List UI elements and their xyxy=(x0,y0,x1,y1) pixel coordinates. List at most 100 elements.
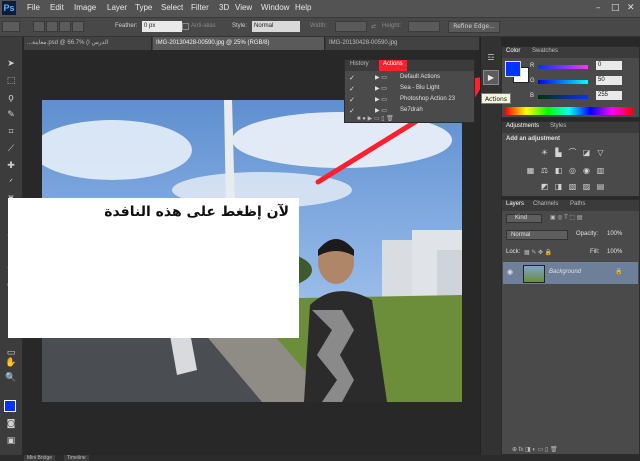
action-check-icon[interactable]: ✓ xyxy=(349,107,355,115)
height-input[interactable] xyxy=(408,21,440,32)
menu-type[interactable]: Type xyxy=(135,3,152,12)
layer-visibility-eye-icon[interactable]: ◉ xyxy=(507,268,513,276)
channel-r-input[interactable]: 0 xyxy=(596,61,622,70)
history-panel-icon[interactable]: ☲ xyxy=(485,53,497,63)
tab-paths[interactable]: Paths xyxy=(570,201,585,207)
subtract-selection-icon[interactable] xyxy=(59,21,71,32)
crop-tool-icon[interactable]: ⌗ xyxy=(4,126,18,139)
eyedropper-tool-icon[interactable]: ⟋ xyxy=(4,143,18,156)
action-check-icon[interactable]: ✓ xyxy=(349,96,355,104)
curves-icon[interactable]: ⌒ xyxy=(568,148,577,157)
action-item[interactable]: Sea - Blu Light xyxy=(400,85,439,91)
color-lookup-icon[interactable]: ▥ xyxy=(596,166,605,175)
action-check-icon[interactable]: ✓ xyxy=(349,74,355,82)
feather-label: Feather: xyxy=(115,23,138,29)
layer-filter-icons[interactable]: ▣ ◎ T ⬚ ▤ xyxy=(550,214,582,221)
menu-file[interactable]: File xyxy=(27,3,40,12)
refine-edge-button[interactable]: Refine Edge... xyxy=(448,21,500,33)
tab-color[interactable]: Color xyxy=(506,48,520,54)
move-tool-icon[interactable]: ➤ xyxy=(4,58,18,71)
menu-3d[interactable]: 3D xyxy=(219,3,229,12)
antialias-checkbox[interactable] xyxy=(182,23,189,30)
posterize-icon[interactable]: ◨ xyxy=(554,182,563,191)
zoom-tool-icon[interactable]: 🔍 xyxy=(4,372,18,385)
tab-styles[interactable]: Styles xyxy=(550,123,566,129)
brightness-icon[interactable]: ☀ xyxy=(540,148,549,157)
gradient-map-icon[interactable]: ▨ xyxy=(582,182,591,191)
channel-b-slider[interactable] xyxy=(538,95,588,99)
action-item[interactable]: Se7drah xyxy=(400,107,423,113)
layer-name[interactable]: Background xyxy=(549,269,581,275)
brush-tool-icon[interactable]: ᐟ xyxy=(4,177,18,190)
tab-history[interactable]: History xyxy=(350,61,369,67)
doc-tab-active[interactable]: IMG-20130428-00590.jpg @ 25% (RGB/8) xyxy=(153,37,325,50)
new-selection-icon[interactable] xyxy=(33,21,45,32)
healing-tool-icon[interactable]: ✚ xyxy=(4,160,18,173)
channel-b-input[interactable]: 255 xyxy=(596,91,622,100)
tab-layers[interactable]: Layers xyxy=(506,201,524,207)
layer-row-background[interactable]: ◉ Background 🔒 xyxy=(503,262,638,284)
action-item[interactable]: Photoshop Action 23 xyxy=(400,96,455,102)
width-input[interactable] xyxy=(335,21,367,32)
selective-color-icon[interactable]: ▤ xyxy=(596,182,605,191)
hue-saturation-icon[interactable]: ▦ xyxy=(526,166,535,175)
foreground-color-swatch[interactable] xyxy=(4,400,16,412)
menu-layer[interactable]: Layer xyxy=(107,3,127,12)
marquee-tool-preset[interactable] xyxy=(2,21,20,32)
exposure-icon[interactable]: ◪ xyxy=(582,148,591,157)
doc-tab-third[interactable]: IMG-20130428-00590.jpg xyxy=(326,37,480,50)
lasso-tool-icon[interactable]: ϙ xyxy=(4,92,18,105)
tab-adjustments[interactable]: Adjustments xyxy=(506,123,539,129)
layers-footer-icons[interactable]: ⊕ fx ◨ ◐ ▭ ▯ 🗑 xyxy=(512,446,558,453)
hand-tool-icon[interactable]: ✋ xyxy=(4,357,18,370)
marquee-tool-icon[interactable]: ⬚ xyxy=(4,75,18,88)
menu-view[interactable]: View xyxy=(235,3,252,12)
tab-mini-bridge[interactable]: Mini Bridge xyxy=(24,455,56,461)
antialias-label: Anti-alias xyxy=(191,23,216,29)
minimize-button[interactable]: – xyxy=(596,3,601,13)
menu-image[interactable]: Image xyxy=(74,3,96,12)
photo-filter-icon[interactable]: ◎ xyxy=(568,166,577,175)
lock-icons[interactable]: ▦ ✎ ✥ 🔒 xyxy=(524,249,552,256)
tab-actions[interactable]: Actions xyxy=(379,60,407,71)
actions-footer-icons[interactable]: ■ ● ▶ ▭ ▯ 🗑 xyxy=(357,115,394,122)
color-spectrum-bar[interactable] xyxy=(505,107,633,115)
feather-input[interactable]: 0 px xyxy=(142,21,182,32)
channel-r-slider[interactable] xyxy=(538,65,588,69)
filter-kind-select[interactable]: Kind xyxy=(506,214,542,223)
maximize-button[interactable]: □ xyxy=(611,3,620,13)
menu-window[interactable]: Window xyxy=(261,3,289,12)
style-select[interactable]: Normal xyxy=(252,21,300,32)
add-selection-icon[interactable] xyxy=(46,21,58,32)
action-check-icon[interactable]: ✓ xyxy=(349,85,355,93)
vibrance-icon[interactable]: ▽ xyxy=(596,148,605,157)
blend-mode-select[interactable]: Normal xyxy=(506,230,568,240)
tab-channels[interactable]: Channels xyxy=(533,201,558,207)
levels-icon[interactable]: ▙ xyxy=(554,148,563,157)
opacity-value[interactable]: 100% xyxy=(607,231,622,237)
quick-mask-icon[interactable]: ◙ xyxy=(4,418,18,431)
doc-tab-psd[interactable]: ...معاينة.psd @ 66.7% (الدرس ا xyxy=(24,37,152,50)
action-item[interactable]: Default Actions xyxy=(400,74,440,80)
tab-swatches[interactable]: Swatches xyxy=(532,48,558,54)
menu-help[interactable]: Help xyxy=(295,3,311,12)
layers-panel: Layers Channels Paths Kind ▣ ◎ T ⬚ ▤ Nor… xyxy=(501,199,640,455)
actions-panel-icon[interactable]: ▶ xyxy=(483,70,499,85)
channel-g-slider[interactable] xyxy=(538,80,588,84)
black-white-icon[interactable]: ◧ xyxy=(554,166,563,175)
screen-mode-icon[interactable]: ▣ xyxy=(4,435,18,448)
menu-select[interactable]: Select xyxy=(161,3,183,12)
intersect-selection-icon[interactable] xyxy=(72,21,84,32)
menu-edit[interactable]: Edit xyxy=(50,3,64,12)
close-button[interactable]: ✕ xyxy=(627,3,635,13)
color-balance-icon[interactable]: ⚖ xyxy=(540,166,549,175)
color-panel-foreground-swatch[interactable] xyxy=(505,61,521,77)
menu-filter[interactable]: Filter xyxy=(191,3,209,12)
invert-icon[interactable]: ◩ xyxy=(540,182,549,191)
fill-value[interactable]: 100% xyxy=(607,249,622,255)
quick-select-tool-icon[interactable]: ✎ xyxy=(4,109,18,122)
channel-mixer-icon[interactable]: ◉ xyxy=(582,166,591,175)
threshold-icon[interactable]: ▧ xyxy=(568,182,577,191)
tab-timeline[interactable]: Timeline xyxy=(64,455,89,461)
channel-g-input[interactable]: 50 xyxy=(596,76,622,85)
